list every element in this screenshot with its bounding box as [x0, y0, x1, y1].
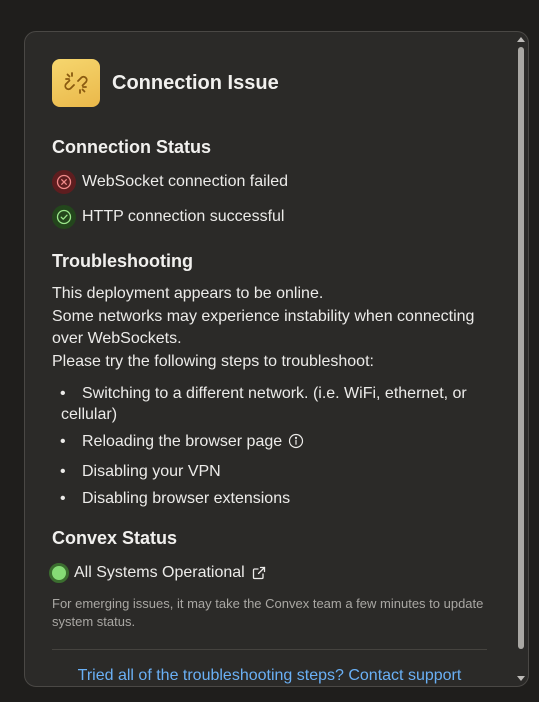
description-line: This deployment appears to be online.: [52, 285, 324, 302]
divider: [52, 649, 487, 650]
connection-status-heading: Connection Status: [52, 137, 212, 157]
http-status-label: HTTP connection successful: [82, 208, 285, 225]
description-line: Some networks may experience instability…: [52, 307, 475, 348]
http-status: HTTP connection successful: [52, 204, 487, 230]
panel-header: Connection Issue: [52, 59, 487, 107]
system-status-label[interactable]: All Systems Operational: [74, 564, 245, 582]
step-label: Disabling your VPN: [82, 463, 221, 480]
status-indicator-dot: [49, 563, 69, 583]
scroll-up-arrow-icon[interactable]: [517, 37, 525, 42]
check-circle-icon: [52, 205, 76, 229]
list-item: • Disabling browser extensions: [60, 490, 291, 507]
scroll-down-arrow-icon[interactable]: [517, 676, 525, 681]
step-label: Disabling browser extensions: [82, 490, 291, 507]
step-label: Switching to a different network. (i.e. …: [61, 385, 467, 423]
scroll-thumb[interactable]: [518, 47, 524, 649]
convex-status-heading: Convex Status: [52, 528, 178, 548]
troubleshooting-heading: Troubleshooting: [52, 251, 193, 271]
troubleshooting-steps: • Switching to a different network. (i.e.…: [52, 383, 487, 509]
broken-link-icon: [52, 59, 100, 107]
description-line: Please try the following steps to troubl…: [52, 352, 374, 370]
list-item: • Reloading the browser page: [52, 431, 487, 455]
websocket-status-label: WebSocket connection failed: [82, 173, 289, 190]
x-circle-icon: [52, 170, 76, 194]
contact-support-link[interactable]: Tried all of the troubleshooting steps? …: [52, 667, 487, 685]
step-label: Reloading the browser page: [82, 433, 283, 450]
page-title: Connection Issue: [112, 71, 279, 94]
status-note: For emerging issues, it may take the Con…: [52, 596, 484, 629]
list-item: • Switching to a different network. (i.e.…: [60, 385, 467, 423]
vertical-scrollbar[interactable]: [517, 37, 525, 681]
info-icon[interactable]: [288, 433, 304, 455]
troubleshooting-description: This deployment appears to be online. So…: [52, 283, 487, 373]
external-link-icon[interactable]: [252, 566, 266, 580]
panel-content: Connection Issue Connection Status WebSo…: [49, 59, 487, 685]
websocket-status: WebSocket connection failed: [52, 169, 487, 195]
connection-issue-panel: Connection Issue Connection Status WebSo…: [24, 31, 529, 687]
system-status-link[interactable]: All Systems Operational: [49, 561, 487, 585]
list-item: • Disabling your VPN: [60, 463, 221, 480]
